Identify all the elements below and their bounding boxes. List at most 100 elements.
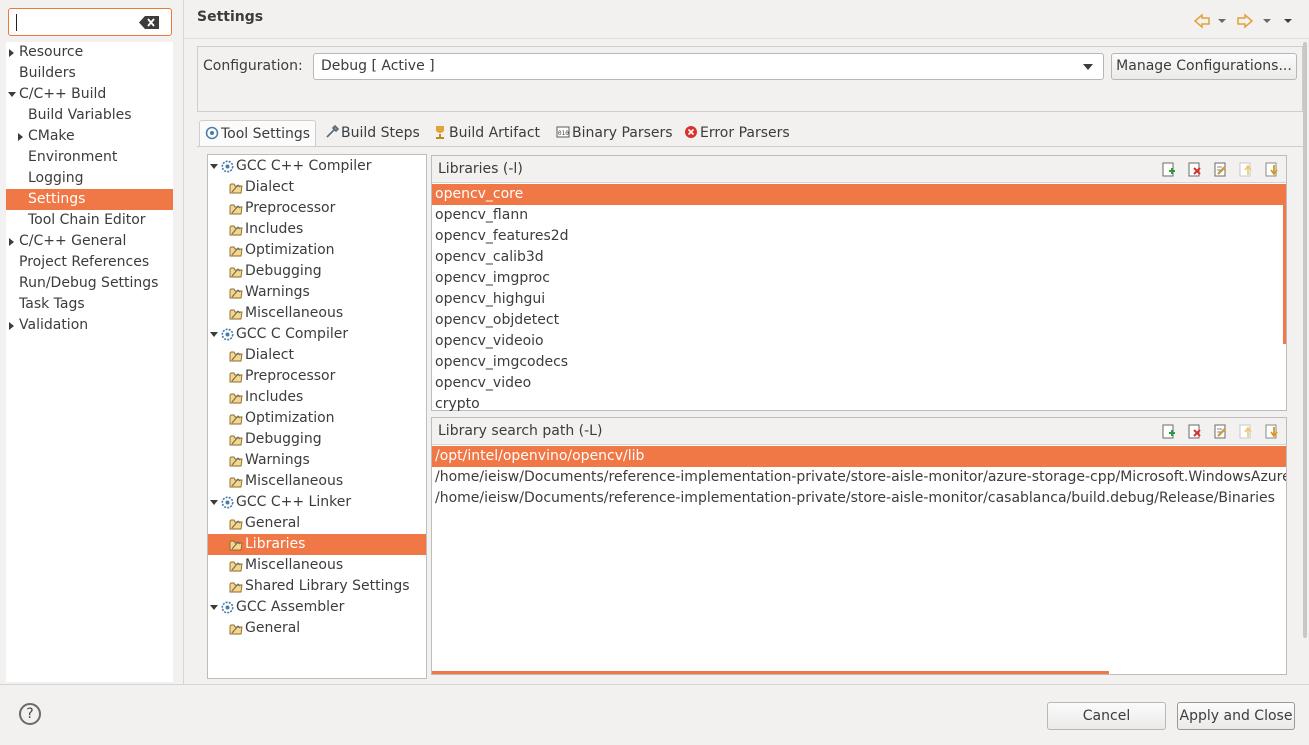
- collapse-arrow-icon[interactable]: [210, 500, 218, 505]
- tree-option-miscellaneous[interactable]: Miscellaneous: [208, 303, 426, 324]
- apply-and-close-button[interactable]: Apply and Close: [1177, 702, 1295, 730]
- collapse-arrow-icon[interactable]: [210, 332, 218, 337]
- tree-option-optimization[interactable]: Optimization: [208, 240, 426, 261]
- back-arrow-icon[interactable]: [1193, 13, 1210, 29]
- tool-gear-icon: [221, 328, 234, 341]
- library-row[interactable]: opencv_core: [432, 184, 1286, 205]
- tree-option-optimization[interactable]: Optimization: [208, 408, 426, 429]
- edit-icon[interactable]: [1213, 424, 1228, 439]
- library-row[interactable]: opencv_objdetect: [432, 310, 1286, 331]
- add-icon[interactable]: [1161, 162, 1176, 177]
- tree-option-shared-library-settings[interactable]: Shared Library Settings: [208, 576, 426, 597]
- search-path-hscrollbar[interactable]: [432, 671, 1109, 674]
- sidebar-item-project-references[interactable]: Project References: [6, 252, 173, 273]
- library-row[interactable]: crypto: [432, 394, 1286, 415]
- tree-option-includes[interactable]: Includes: [208, 219, 426, 240]
- sidebar-item-logging[interactable]: Logging: [6, 168, 173, 189]
- tab-tool-settings[interactable]: Tool Settings: [199, 120, 317, 146]
- tree-option-general[interactable]: General: [208, 618, 426, 639]
- tree-option-warnings[interactable]: Warnings: [208, 450, 426, 471]
- filter-input[interactable]: [8, 8, 172, 36]
- sidebar-item-environment[interactable]: Environment: [6, 147, 173, 168]
- sidebar-item-builders[interactable]: Builders: [6, 63, 173, 84]
- back-dropdown-icon[interactable]: [1218, 19, 1226, 23]
- view-menu-icon[interactable]: [1284, 19, 1292, 23]
- tab-label: Error Parsers: [700, 125, 790, 141]
- configuration-select[interactable]: Debug [ Active ]: [313, 53, 1104, 80]
- tree-option-dialect[interactable]: Dialect: [208, 177, 426, 198]
- tree-option-libraries[interactable]: Libraries: [208, 534, 426, 555]
- library-row[interactable]: opencv_imgproc: [432, 268, 1286, 289]
- tab-build-artifact[interactable]: Build Artifact: [433, 120, 540, 146]
- tab-binary-parsers[interactable]: 010 Binary Parsers: [556, 120, 673, 146]
- forward-dropdown-icon[interactable]: [1263, 19, 1271, 23]
- edit-icon[interactable]: [1213, 162, 1228, 177]
- tab-build-steps[interactable]: Build Steps: [325, 120, 420, 146]
- move-up-icon[interactable]: [1238, 162, 1253, 177]
- vertical-divider: [183, 0, 184, 684]
- libraries-scrollbar[interactable]: [1283, 184, 1286, 344]
- sidebar-item-run-debug-settings[interactable]: Run/Debug Settings: [6, 273, 173, 294]
- sidebar-item-task-tags[interactable]: Task Tags: [6, 294, 173, 315]
- sidebar-item-c-c-build[interactable]: C/C++ Build: [6, 84, 173, 105]
- tree-option-includes[interactable]: Includes: [208, 387, 426, 408]
- search-path-row[interactable]: /opt/intel/openvino/opencv/lib: [432, 446, 1286, 467]
- sidebar-item-c-c-general[interactable]: C/C++ General: [6, 231, 173, 252]
- tree-option-preprocessor[interactable]: Preprocessor: [208, 198, 426, 219]
- sidebar-item-cmake[interactable]: CMake: [6, 126, 173, 147]
- page-scrollbar[interactable]: [1303, 42, 1307, 638]
- tree-tool-gcc-c-compiler[interactable]: GCC C++ Compiler: [208, 156, 426, 177]
- tab-label: Build Steps: [341, 125, 420, 141]
- library-row[interactable]: opencv_calib3d: [432, 247, 1286, 268]
- expand-arrow-icon[interactable]: [9, 49, 14, 57]
- sidebar-item-label: Environment: [28, 149, 118, 165]
- tree-option-debugging[interactable]: Debugging: [208, 261, 426, 282]
- sidebar-item-build-variables[interactable]: Build Variables: [6, 105, 173, 126]
- move-down-icon[interactable]: [1264, 162, 1279, 177]
- search-path-row[interactable]: /home/ieisw/Documents/reference-implemen…: [432, 488, 1286, 509]
- tree-option-debugging[interactable]: Debugging: [208, 429, 426, 450]
- tree-option-general[interactable]: General: [208, 513, 426, 534]
- tree-option-warnings[interactable]: Warnings: [208, 282, 426, 303]
- help-icon[interactable]: ?: [19, 703, 41, 725]
- library-row[interactable]: opencv_video: [432, 373, 1286, 394]
- forward-arrow-icon[interactable]: [1237, 13, 1254, 29]
- tab-error-parsers[interactable]: Error Parsers: [684, 120, 790, 146]
- tree-option-miscellaneous[interactable]: Miscellaneous: [208, 555, 426, 576]
- tree-option-miscellaneous[interactable]: Miscellaneous: [208, 471, 426, 492]
- tree-item-label: Warnings: [245, 452, 310, 468]
- sidebar-item-tool-chain-editor[interactable]: Tool Chain Editor: [6, 210, 173, 231]
- tree-option-preprocessor[interactable]: Preprocessor: [208, 366, 426, 387]
- expand-arrow-icon[interactable]: [9, 238, 14, 246]
- delete-icon[interactable]: [1187, 162, 1202, 177]
- collapse-arrow-icon[interactable]: [210, 164, 218, 169]
- sidebar-item-validation[interactable]: Validation: [6, 315, 173, 336]
- library-row[interactable]: opencv_flann: [432, 205, 1286, 226]
- tree-tool-gcc-c-linker[interactable]: GCC C++ Linker: [208, 492, 426, 513]
- delete-icon[interactable]: [1187, 424, 1202, 439]
- sidebar-item-settings[interactable]: Settings: [6, 189, 173, 210]
- library-row[interactable]: opencv_videoio: [432, 331, 1286, 352]
- move-down-icon[interactable]: [1264, 424, 1279, 439]
- tree-item-label: General: [245, 515, 301, 531]
- option-folder-icon: [229, 309, 243, 320]
- collapse-arrow-icon[interactable]: [8, 92, 16, 97]
- library-row[interactable]: opencv_features2d: [432, 226, 1286, 247]
- expand-arrow-icon[interactable]: [9, 322, 14, 330]
- move-up-icon[interactable]: [1238, 424, 1253, 439]
- clear-icon[interactable]: [139, 16, 159, 29]
- tree-tool-gcc-c-compiler[interactable]: GCC C Compiler: [208, 324, 426, 345]
- sidebar-item-resource[interactable]: Resource: [6, 42, 173, 63]
- library-row[interactable]: opencv_highgui: [432, 289, 1286, 310]
- tree-item-label: Includes: [245, 221, 304, 237]
- cancel-button[interactable]: Cancel: [1047, 702, 1166, 730]
- tree-option-dialect[interactable]: Dialect: [208, 345, 426, 366]
- library-row[interactable]: opencv_imgcodecs: [432, 352, 1286, 373]
- search-path-row[interactable]: /home/ieisw/Documents/reference-implemen…: [432, 467, 1286, 488]
- add-icon[interactable]: [1161, 424, 1176, 439]
- manage-configurations-button[interactable]: Manage Configurations...: [1111, 53, 1297, 80]
- binary-parsers-icon: 010: [556, 126, 570, 138]
- tree-tool-gcc-assembler[interactable]: GCC Assembler: [208, 597, 426, 618]
- expand-arrow-icon[interactable]: [18, 133, 23, 141]
- collapse-arrow-icon[interactable]: [210, 605, 218, 610]
